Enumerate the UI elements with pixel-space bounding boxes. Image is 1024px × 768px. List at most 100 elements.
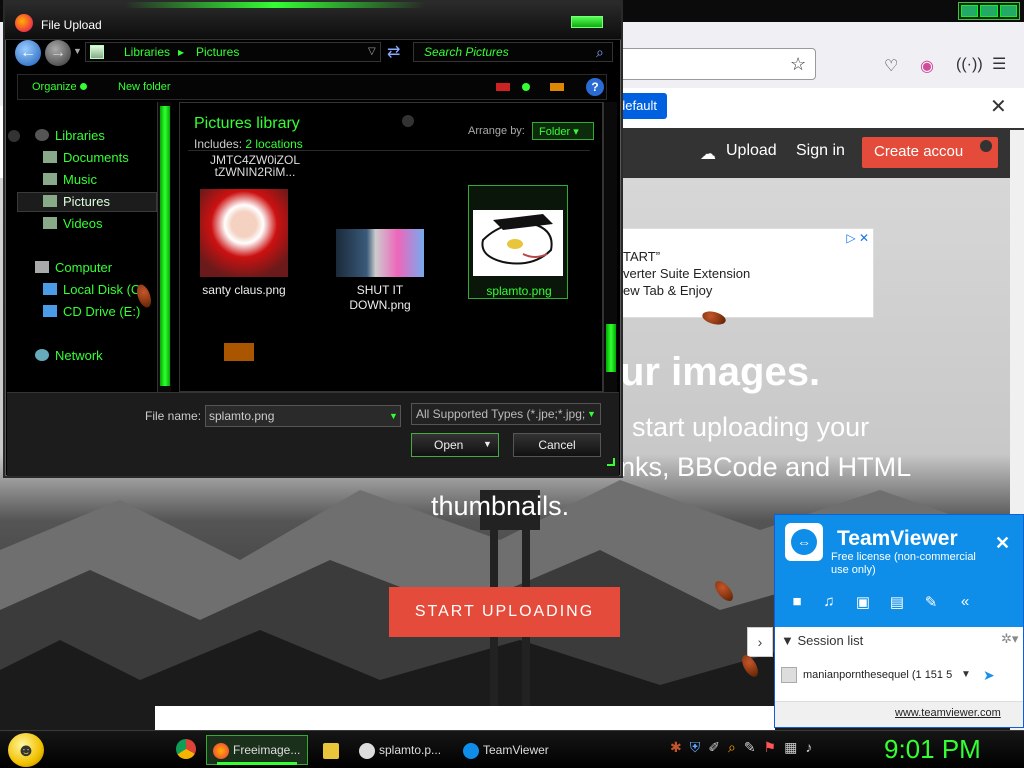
search-icon[interactable]: ⌕ — [596, 44, 604, 61]
cloud-upload-icon[interactable]: ☁ — [700, 144, 716, 164]
file-name-partial[interactable]: tZWNIN2RiM... — [200, 165, 310, 179]
forward-arrow-icon[interactable]: → — [45, 40, 71, 66]
shield-icon[interactable]: ⛨ — [690, 739, 701, 761]
new-folder-button[interactable]: New folder — [118, 81, 171, 93]
fly-icon — [402, 115, 414, 127]
scrollbar-thumb[interactable] — [606, 324, 616, 372]
file-transfer-icon[interactable]: ▤ — [887, 593, 907, 611]
wifi-icon[interactable]: ((·)) — [956, 56, 983, 74]
upload-link[interactable]: Upload — [726, 142, 777, 160]
file-name-dropdown-icon[interactable]: ▼ — [389, 411, 398, 421]
taskbar-button-splamto[interactable]: splamto.p... — [352, 735, 448, 765]
library-includes: Includes: 2 locations — [194, 137, 303, 151]
whiteboard-icon[interactable]: ✎ — [921, 593, 941, 611]
dialog-title: File Upload — [41, 18, 102, 32]
file-name: splamto.png — [486, 284, 552, 298]
fly-icon — [980, 140, 992, 152]
signin-link[interactable]: Sign in — [796, 142, 845, 160]
recent-locations-dropdown[interactable]: ▼ — [73, 46, 82, 56]
system-tray: ✱ ⛨ ✐ ⌕ ✎ ⚑ ▦ ♪ — [670, 739, 870, 761]
file-name-input[interactable]: splamto.png — [205, 405, 401, 427]
bookmark-star-icon[interactable]: ☆ — [790, 54, 806, 75]
create-account-button[interactable]: Create accou — [862, 137, 998, 168]
documents-icon — [43, 151, 57, 163]
ad-close-icon[interactable]: ▷ ✕ — [846, 231, 869, 245]
file-thumbnail — [336, 229, 424, 277]
help-icon[interactable]: ? — [586, 78, 604, 96]
taskbar-clock[interactable]: 9:01 PM — [884, 734, 981, 765]
file-thumbnail — [224, 343, 254, 361]
back-arrow-icon[interactable]: ← — [15, 40, 41, 66]
teamviewer-title: TeamViewer — [837, 527, 958, 550]
video-camera-icon[interactable]: ■ — [787, 593, 807, 611]
scrollbar-thumb[interactable] — [160, 106, 170, 386]
close-icon[interactable]: ✕ — [990, 94, 1007, 119]
expand-panel-icon[interactable]: › — [747, 627, 773, 657]
change-view-icon[interactable] — [496, 83, 510, 91]
hero-subtitle: nks, BBCode and HTML — [620, 452, 912, 482]
file-item[interactable]: santy claus.png — [194, 189, 294, 303]
ad-banner[interactable]: TART” verter Suite Extension ew Tab & En… — [618, 228, 874, 318]
search-input[interactable]: Search Pictures ⌕ — [413, 42, 613, 62]
remote-control-icon[interactable]: ➤ — [983, 667, 995, 684]
search-icon[interactable]: ⌕ — [728, 739, 736, 761]
taskbar-button-explorer[interactable] — [316, 735, 350, 765]
organize-button[interactable]: Organize — [32, 81, 87, 93]
roach-tray-icon[interactable]: ✱ — [670, 739, 682, 761]
breadcrumb-separator[interactable]: ▸ — [178, 45, 184, 59]
start-uploading-button[interactable]: START UPLOADING — [389, 587, 620, 637]
network-icon[interactable]: ▦ — [784, 739, 797, 761]
nav-pane-scrollbar[interactable] — [157, 102, 171, 392]
teamviewer-website-link[interactable]: www.teamviewer.com — [895, 707, 1001, 719]
speaker-icon[interactable]: ♪ — [805, 739, 812, 761]
headset-icon[interactable]: ♫ — [819, 593, 839, 611]
library-header: Pictures library Includes: 2 locations A… — [188, 107, 594, 151]
session-list-header[interactable]: ▼ Session list — [781, 633, 863, 648]
menu-icon[interactable]: ☰ — [992, 54, 1006, 74]
file-item[interactable]: SHUT IT DOWN.png — [330, 189, 430, 312]
browser-window-controls[interactable] — [958, 2, 1020, 20]
file-item[interactable] — [194, 343, 294, 373]
chat-icon[interactable]: ▣ — [853, 593, 873, 611]
file-item-selected[interactable]: splamto.png — [468, 185, 568, 299]
dialog-close-button[interactable] — [571, 16, 603, 28]
pen-icon[interactable]: ✐ — [708, 739, 720, 761]
taskbar-button-freeimage[interactable]: Freeimage... — [206, 735, 308, 765]
session-dropdown-icon[interactable]: ▼ — [961, 669, 971, 680]
chrome-icon[interactable] — [176, 739, 196, 759]
pocket-icon[interactable]: ♡ — [884, 56, 898, 76]
cancel-button[interactable]: Cancel — [513, 433, 601, 457]
file-type-select[interactable]: All Supported Types (*.jpe;*.jpg; — [411, 403, 601, 425]
taskbar-button-teamviewer[interactable]: TeamViewer — [456, 735, 560, 765]
music-icon — [43, 173, 57, 185]
file-name: SHUT IT DOWN.png — [349, 283, 411, 312]
extension-icon[interactable]: ◉ — [920, 56, 934, 76]
address-bar[interactable]: Libraries ▸ Pictures ▽ — [85, 42, 381, 62]
refresh-icon[interactable]: ⇄ — [387, 42, 400, 62]
arrange-by-dropdown[interactable]: Folder ▾ — [532, 122, 594, 140]
file-list-scrollbar[interactable] — [603, 102, 617, 392]
address-dropdown-icon[interactable]: ▽ — [368, 46, 376, 57]
paint-brush-icon[interactable]: ✎ — [744, 739, 756, 761]
start-button[interactable]: ☻ — [8, 733, 44, 767]
action-center-icon[interactable]: ⚑ — [764, 739, 777, 761]
drive-icon — [43, 283, 57, 295]
close-icon[interactable]: ✕ — [995, 533, 1010, 554]
gear-icon[interactable]: ✲▾ — [1001, 631, 1018, 647]
firefox-icon — [213, 743, 229, 759]
hero-subtitle: thumbnails. — [431, 491, 570, 521]
pictures-icon — [43, 195, 57, 207]
preview-pane-icon[interactable] — [550, 83, 564, 91]
breadcrumb-libraries[interactable]: Libraries — [124, 45, 170, 59]
file-type-dropdown-icon[interactable]: ▼ — [587, 409, 596, 419]
breadcrumb-pictures[interactable]: Pictures — [196, 45, 239, 59]
session-name[interactable]: manianpornthesequel (1 151 5 — [803, 669, 952, 681]
collapse-icon[interactable]: « — [955, 593, 975, 611]
resize-grip[interactable] — [607, 458, 615, 466]
videos-icon — [43, 217, 57, 229]
file-upload-dialog: File Upload ← → ▼ Libraries ▸ Pictures ▽… — [3, 0, 623, 478]
open-split-dropdown-icon[interactable]: ▼ — [483, 439, 492, 449]
view-options-icon[interactable] — [522, 83, 530, 91]
includes-locations-link[interactable]: 2 locations — [245, 137, 302, 151]
network-icon — [35, 349, 49, 361]
